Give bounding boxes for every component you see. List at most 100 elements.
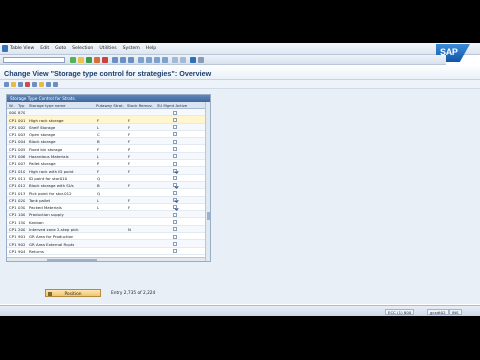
cell-warehouse[interactable]: CP1 (9, 234, 17, 239)
cell-stock-removal[interactable]: F (128, 161, 130, 166)
cell-stock-removal[interactable]: F (128, 132, 130, 137)
table-row[interactable]: CP1 006 Hazardous Materials L F (7, 152, 205, 161)
cell-putaway-strategy[interactable]: B (97, 183, 100, 188)
menu-item[interactable]: Selection (72, 46, 93, 51)
print-icon[interactable] (112, 57, 118, 63)
menu-item[interactable]: System (123, 46, 140, 51)
copy-icon[interactable] (18, 82, 23, 87)
cell-warehouse[interactable]: CP1 (9, 191, 17, 196)
menu-item[interactable]: Goto (55, 46, 66, 51)
column-header-putaway[interactable]: Putaway Strat. (96, 103, 124, 108)
menu-item[interactable]: Edit (40, 46, 49, 51)
cell-storage-type[interactable]: 013 (18, 191, 25, 196)
find-next-icon[interactable] (128, 57, 134, 63)
menu-item[interactable]: Table View (10, 46, 34, 51)
cell-putaway-strategy[interactable]: B (97, 139, 100, 144)
su-mgmt-checkbox[interactable] (173, 219, 177, 224)
cell-storage-type-name[interactable]: High rack with ID point (29, 169, 74, 174)
su-mgmt-checkbox[interactable] (173, 183, 177, 188)
cell-storage-type[interactable]: 030 (18, 205, 25, 210)
previous-page-icon[interactable] (146, 57, 152, 63)
table-row[interactable]: CP1 010 High rack with ID point F F (7, 167, 205, 175)
find-icon[interactable] (120, 57, 126, 63)
su-mgmt-checkbox[interactable] (173, 190, 177, 195)
status-server[interactable]: gcsdt02 (427, 308, 449, 315)
table-row[interactable]: CP1 100 Production supply (7, 211, 205, 219)
cell-stock-removal[interactable]: F (128, 205, 130, 210)
cell-storage-type-name[interactable]: Fixed bin storage (29, 147, 62, 152)
cell-storage-type-name[interactable]: GR Area for Production (29, 234, 73, 239)
cell-storage-type[interactable]: 004 (18, 139, 25, 144)
cell-stock-removal[interactable]: N (128, 227, 131, 232)
cell-stock-removal[interactable]: P (128, 147, 130, 152)
cell-storage-type-name[interactable]: Hazardous Materials (29, 154, 69, 159)
column-header-stock-removal[interactable]: Stock Remov. (127, 103, 153, 108)
column-header-warehouse[interactable]: W.. (9, 103, 15, 108)
cell-storage-type[interactable]: 012 (18, 183, 25, 188)
cell-warehouse[interactable]: CP1 (9, 227, 17, 232)
cell-storage-type[interactable]: 150 (18, 220, 25, 225)
select-block-icon[interactable] (46, 82, 51, 87)
column-header-type[interactable]: Typ (18, 103, 24, 108)
cell-storage-type[interactable]: 870 (18, 110, 25, 115)
cell-storage-type-name[interactable]: Returns (29, 249, 44, 254)
cell-storage-type-name[interactable]: ID point for stor010 (29, 176, 67, 181)
menu-item[interactable]: Utilities (99, 46, 116, 51)
su-mgmt-checkbox[interactable] (173, 205, 177, 210)
cell-stock-removal[interactable]: F (128, 125, 130, 130)
undo-icon[interactable] (32, 82, 37, 87)
cell-storage-type[interactable]: 010 (18, 169, 25, 174)
table-row[interactable]: CP1 004 Block storage B F (7, 138, 205, 146)
su-mgmt-checkbox[interactable] (173, 168, 177, 173)
su-mgmt-checkbox[interactable] (173, 154, 177, 159)
cell-storage-type[interactable]: 100 (18, 212, 25, 217)
status-system[interactable]: ECC (1) 800 (385, 308, 415, 315)
cell-storage-type-name[interactable]: Pick point for stor.012 (29, 191, 72, 196)
table-row[interactable]: 000 870 (7, 109, 205, 117)
cell-warehouse[interactable]: CP1 (9, 198, 17, 203)
command-field[interactable] (3, 57, 65, 63)
cell-storage-type-name[interactable]: Pallet storage (29, 161, 56, 166)
cell-storage-type[interactable]: 005 (18, 147, 25, 152)
cell-storage-type[interactable]: 001 (18, 118, 25, 123)
cell-storage-type-name[interactable]: Tank pallet (29, 198, 50, 203)
su-mgmt-checkbox[interactable] (173, 249, 177, 254)
new-session-icon[interactable] (172, 57, 178, 63)
cell-stock-removal[interactable]: F (128, 154, 130, 159)
table-row[interactable]: CP1 013 Pick point for stor.012 Q (7, 189, 205, 197)
menu-item[interactable]: Help (146, 46, 156, 51)
cell-putaway-strategy[interactable]: L (97, 205, 99, 210)
deselect-all-icon[interactable] (53, 82, 58, 87)
su-mgmt-checkbox[interactable] (173, 110, 177, 115)
cell-putaway-strategy[interactable]: F (97, 118, 99, 123)
cell-putaway-strategy[interactable]: L (97, 125, 99, 130)
su-mgmt-checkbox[interactable] (173, 198, 177, 203)
cell-warehouse[interactable]: CP1 (9, 220, 17, 225)
cell-warehouse[interactable]: CP1 (9, 125, 17, 130)
cell-storage-type[interactable]: 006 (18, 154, 25, 159)
cell-storage-type[interactable]: 011 (18, 176, 25, 181)
status-mode[interactable]: INS (449, 308, 462, 315)
cell-stock-removal[interactable]: F (128, 139, 130, 144)
enter-icon[interactable] (70, 57, 76, 63)
cell-warehouse[interactable]: CP1 (9, 118, 17, 123)
table-row[interactable]: CP1 150 Kanban (7, 218, 205, 226)
shortcut-icon[interactable] (180, 57, 186, 63)
cell-putaway-strategy[interactable]: L (97, 154, 99, 159)
delete-icon[interactable] (25, 82, 30, 87)
horizontal-scrollbar[interactable] (7, 257, 205, 261)
cell-stock-removal[interactable]: F (128, 118, 130, 123)
su-mgmt-checkbox[interactable] (173, 241, 177, 246)
su-mgmt-checkbox[interactable] (173, 212, 177, 217)
su-mgmt-checkbox[interactable] (173, 227, 177, 232)
su-mgmt-checkbox[interactable] (173, 176, 177, 181)
cell-putaway-strategy[interactable]: L (97, 198, 99, 203)
su-mgmt-checkbox[interactable] (173, 234, 177, 239)
new-entries-icon[interactable] (11, 82, 16, 87)
select-all-icon[interactable] (39, 82, 44, 87)
cell-warehouse[interactable]: CP1 (9, 242, 17, 247)
cell-storage-type-name[interactable]: Open storage (29, 132, 55, 137)
column-header-name[interactable]: Storage type name (29, 103, 66, 108)
cell-warehouse[interactable]: CP1 (9, 161, 17, 166)
cell-storage-type[interactable]: 902 (18, 242, 25, 247)
